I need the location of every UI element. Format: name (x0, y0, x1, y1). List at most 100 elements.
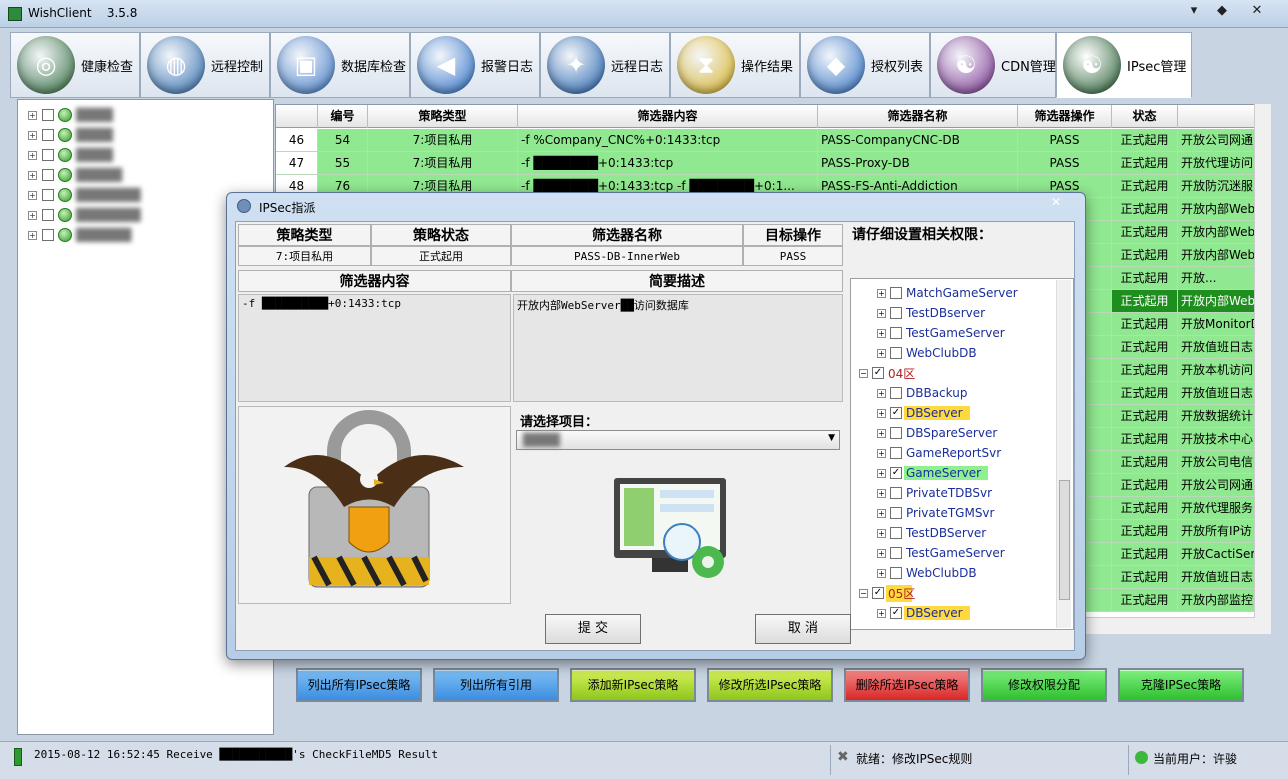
tree-checkbox[interactable] (42, 189, 54, 201)
tree-checkbox[interactable] (42, 229, 54, 241)
expand-icon[interactable]: − (859, 368, 868, 378)
permission-item[interactable]: + ✓ DBServer (877, 603, 970, 623)
permission-item[interactable]: − ✓ 04区 (859, 363, 917, 383)
expand-icon[interactable]: + (877, 448, 886, 458)
column-header[interactable] (1178, 105, 1258, 128)
maximize-button[interactable]: ◆ (1209, 2, 1235, 20)
tree-item[interactable]: + ███████ (28, 186, 141, 204)
permission-item[interactable]: + PrivateTDBSvr (877, 483, 994, 503)
expand-icon[interactable]: + (28, 150, 37, 160)
column-header[interactable]: 编号 (318, 105, 368, 128)
permission-item[interactable]: + MatchGameServer (877, 283, 1020, 303)
expand-icon[interactable]: + (877, 388, 886, 398)
action-button-7[interactable]: 克隆IPSec策略 (1118, 668, 1244, 702)
tab-1[interactable]: ◎ 健康检查 (10, 32, 140, 98)
permission-item[interactable]: + GameReportSvr (877, 443, 1003, 463)
permission-checkbox[interactable] (890, 307, 902, 319)
permission-item[interactable]: + PrivateTGMSvr (877, 503, 996, 523)
permission-item[interactable]: + WebClubDB (877, 563, 979, 583)
tree-item[interactable]: + ████ (28, 126, 113, 144)
tree-item[interactable]: + ███████ (28, 206, 141, 224)
permission-checkbox[interactable] (890, 427, 902, 439)
tree-checkbox[interactable] (42, 169, 54, 181)
tree-item[interactable]: + ██████ (28, 226, 131, 244)
description-textarea[interactable]: 开放内部WebServer██访问数据库 (513, 294, 843, 402)
expand-icon[interactable]: + (877, 468, 886, 478)
action-button-6[interactable]: 修改权限分配 (981, 668, 1107, 702)
table-row[interactable]: 46 54 7:项目私用 -f %Company_CNC%+0:1433:tcp PAS… (276, 129, 1258, 152)
tree-checkbox[interactable] (42, 209, 54, 221)
expand-icon[interactable]: + (877, 328, 886, 338)
column-header[interactable]: 状态 (1112, 105, 1178, 128)
expand-icon[interactable]: + (877, 428, 886, 438)
permission-tree-scrollbar[interactable] (1056, 280, 1071, 628)
expand-icon[interactable]: + (28, 170, 37, 180)
permission-item[interactable]: + WebClubDB (877, 343, 979, 363)
tab-2[interactable]: ◍ 远程控制 (140, 32, 270, 98)
expand-icon[interactable]: + (877, 568, 886, 578)
tab-9[interactable]: ☯ IPsec管理 (1056, 32, 1192, 98)
action-button-4[interactable]: 修改所选IPsec策略 (707, 668, 833, 702)
project-select[interactable]: ████ ▼ (516, 430, 840, 450)
permission-item[interactable]: − ✓ 05区 (859, 583, 915, 603)
permission-checkbox[interactable] (890, 487, 902, 499)
expand-icon[interactable]: − (859, 588, 868, 598)
tree-item[interactable]: + ████ (28, 106, 113, 124)
close-button[interactable]: ✕ (1244, 2, 1270, 20)
tree-item[interactable]: + █████ (28, 166, 122, 184)
column-header[interactable]: 策略类型 (368, 105, 518, 128)
table-vertical-scrollbar[interactable] (1254, 104, 1271, 634)
expand-icon[interactable]: + (877, 308, 886, 318)
expand-icon[interactable]: + (877, 528, 886, 538)
permission-checkbox[interactable] (890, 447, 902, 459)
tree-checkbox[interactable] (42, 149, 54, 161)
permission-item[interactable]: + TestDBserver (877, 303, 987, 323)
expand-icon[interactable]: + (877, 288, 886, 298)
submit-button[interactable]: 提 交 (545, 614, 641, 644)
expand-icon[interactable]: + (877, 408, 886, 418)
permission-tree[interactable]: + MatchGameServer + TestDBserver + TestGameSe… (850, 278, 1074, 630)
permission-checkbox[interactable] (890, 327, 902, 339)
column-header[interactable] (276, 105, 318, 128)
expand-icon[interactable]: + (877, 488, 886, 498)
column-header[interactable]: 筛选器内容 (518, 105, 818, 128)
expand-icon[interactable]: + (877, 348, 886, 358)
permission-item[interactable]: + TestGameServer (877, 543, 1007, 563)
action-button-5[interactable]: 删除所选IPsec策略 (844, 668, 970, 702)
permission-checkbox[interactable] (890, 527, 902, 539)
tab-4[interactable]: ◀ 报警日志 (410, 32, 540, 98)
expand-icon[interactable]: + (877, 548, 886, 558)
table-row[interactable]: 47 55 7:项目私用 -f ███████+0:1433:tcp PASS-Prox… (276, 152, 1258, 175)
expand-icon[interactable]: + (28, 130, 37, 140)
permission-checkbox[interactable] (890, 287, 902, 299)
tab-6[interactable]: ⧗ 操作结果 (670, 32, 800, 98)
action-button-1[interactable]: 列出所有IPsec策略 (296, 668, 422, 702)
permission-checkbox[interactable]: ✓ (890, 607, 902, 619)
permission-item[interactable]: + DBSpareServer (877, 423, 999, 443)
action-button-2[interactable]: 列出所有引用 (433, 668, 559, 702)
column-header[interactable]: 筛选器操作 (1018, 105, 1112, 128)
tab-5[interactable]: ✦ 远程日志 (540, 32, 670, 98)
expand-icon[interactable]: + (877, 508, 886, 518)
permission-item[interactable]: + TestGameServer (877, 323, 1007, 343)
column-header[interactable]: 筛选器名称 (818, 105, 1018, 128)
permission-item[interactable]: + ✓ GameServer (877, 463, 988, 483)
permission-checkbox[interactable] (890, 347, 902, 359)
permission-checkbox[interactable] (890, 547, 902, 559)
action-button-3[interactable]: 添加新IPsec策略 (570, 668, 696, 702)
tab-7[interactable]: ◆ 授权列表 (800, 32, 930, 98)
permission-checkbox[interactable] (890, 567, 902, 579)
tab-8[interactable]: ☯ CDN管理 (930, 32, 1056, 98)
filter-content-textarea[interactable]: -f ██████████+0:1433:tcp (238, 294, 511, 402)
permission-checkbox[interactable]: ✓ (890, 467, 902, 479)
expand-icon[interactable]: + (28, 110, 37, 120)
permission-checkbox[interactable] (890, 387, 902, 399)
expand-icon[interactable]: + (877, 608, 886, 618)
tree-checkbox[interactable] (42, 109, 54, 121)
cancel-button[interactable]: 取 消 (755, 614, 851, 644)
dialog-close-button[interactable]: ✕ (1045, 195, 1067, 213)
expand-icon[interactable]: + (28, 190, 37, 200)
expand-icon[interactable]: + (28, 210, 37, 220)
permission-checkbox[interactable]: ✓ (890, 407, 902, 419)
tree-checkbox[interactable] (42, 129, 54, 141)
